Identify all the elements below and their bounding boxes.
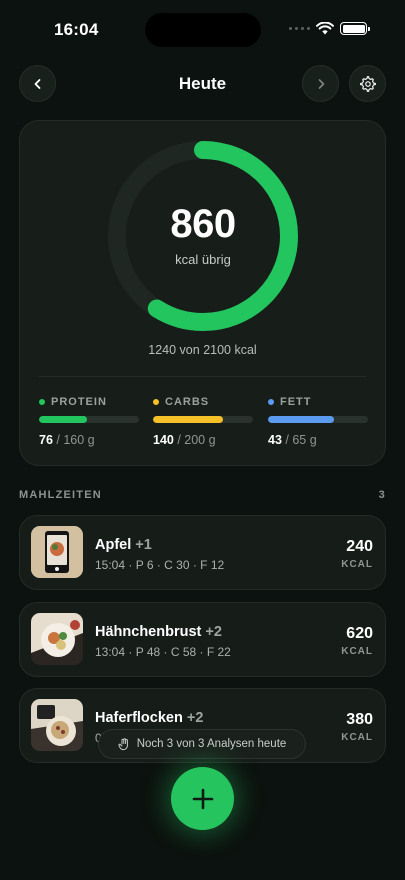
meals-section-header: MAHLZEITEN 3 xyxy=(19,489,386,501)
status-icons xyxy=(289,22,370,35)
dynamic-island xyxy=(145,13,261,47)
meal-kcal-unit: KCAL xyxy=(341,732,373,743)
macro-carbs: CARBS 140 / 200 g xyxy=(153,396,253,447)
macro-label: CARBS xyxy=(165,396,210,408)
meal-extra-count: +2 xyxy=(201,624,222,640)
remaining-kcal-label: kcal übrig xyxy=(175,252,231,267)
meal-extra-count: +2 xyxy=(182,710,204,726)
fat-bar-fill xyxy=(268,416,334,423)
meal-kcal-unit: KCAL xyxy=(341,559,373,570)
meal-photo xyxy=(31,699,83,751)
meal-photo xyxy=(31,526,83,578)
fat-bar xyxy=(268,416,368,423)
add-meal-button[interactable] xyxy=(171,767,234,830)
back-button[interactable] xyxy=(19,65,56,102)
calorie-ring: 860 kcal übrig xyxy=(107,140,299,332)
settings-button[interactable] xyxy=(349,65,386,102)
divider xyxy=(39,376,366,377)
analysis-limit-toast: Noch 3 von 3 Analysen heute xyxy=(98,729,306,759)
macro-fat: FETT 43 / 65 g xyxy=(268,396,368,447)
signal-icon xyxy=(289,27,310,30)
protein-bar-fill xyxy=(39,416,87,423)
meal-name: Haferflocken xyxy=(95,710,183,726)
meal-time-macros: 13:04 · P 48 · C 58 · F 22 xyxy=(95,645,231,659)
carbs-bar xyxy=(153,416,253,423)
top-nav: Heute xyxy=(19,65,386,103)
meal-card-haehnchenbrust[interactable]: Hähnchenbrust +2 13:04 · P 48 · C 58 · F… xyxy=(19,602,386,677)
macro-label: FETT xyxy=(280,396,312,408)
battery-icon xyxy=(340,22,370,35)
meal-time-macros: 15:04 · P 6 · C 30 · F 12 xyxy=(95,558,225,572)
carbs-dot xyxy=(153,399,159,405)
fat-dot xyxy=(268,399,274,405)
meal-card-apfel[interactable]: Apfel +1 15:04 · P 6 · C 30 · F 12 240 K… xyxy=(19,515,386,590)
meals-count: 3 xyxy=(378,489,386,501)
meals-section-title: MAHLZEITEN xyxy=(19,489,102,501)
carbs-bar-fill xyxy=(153,416,223,423)
protein-bar xyxy=(39,416,139,423)
meal-extra-count: +1 xyxy=(131,537,152,553)
meal-kcal: 620 xyxy=(346,625,373,642)
protein-dot xyxy=(39,399,45,405)
macro-protein: PROTEIN 76 / 160 g xyxy=(39,396,139,447)
macro-current: 140 xyxy=(153,433,174,447)
status-time: 16:04 xyxy=(54,20,99,39)
plus-icon xyxy=(192,788,213,809)
meal-photo xyxy=(31,613,83,665)
ring-center: 860 kcal übrig xyxy=(107,140,299,332)
macro-label: PROTEIN xyxy=(51,396,107,408)
macro-current: 43 xyxy=(268,433,282,447)
status-bar: 16:04 xyxy=(0,0,405,56)
wifi-icon xyxy=(316,22,334,35)
meal-kcal-unit: KCAL xyxy=(341,646,373,657)
chevron-left-icon xyxy=(34,78,40,89)
macro-total: / 200 g xyxy=(173,433,216,447)
meal-name: Hähnchenbrust xyxy=(95,624,202,640)
macro-total: / 65 g xyxy=(281,433,317,447)
chevron-right-icon xyxy=(318,78,324,89)
gear-icon xyxy=(359,75,376,92)
toast-text: Noch 3 von 3 Analysen heute xyxy=(136,738,287,750)
next-day-button[interactable] xyxy=(302,65,339,102)
meal-kcal: 380 xyxy=(346,711,373,728)
hand-icon xyxy=(118,737,128,750)
meal-kcal: 240 xyxy=(346,538,373,555)
meal-name: Apfel xyxy=(95,537,132,553)
kcal-total-text: 1240 von 2100 kcal xyxy=(148,343,257,357)
macro-current: 76 xyxy=(39,433,53,447)
remaining-kcal-value: 860 xyxy=(170,202,236,246)
calorie-summary-card: 860 kcal übrig 1240 von 2100 kcal PROTEI… xyxy=(19,120,386,466)
macro-total: / 160 g xyxy=(52,433,95,447)
